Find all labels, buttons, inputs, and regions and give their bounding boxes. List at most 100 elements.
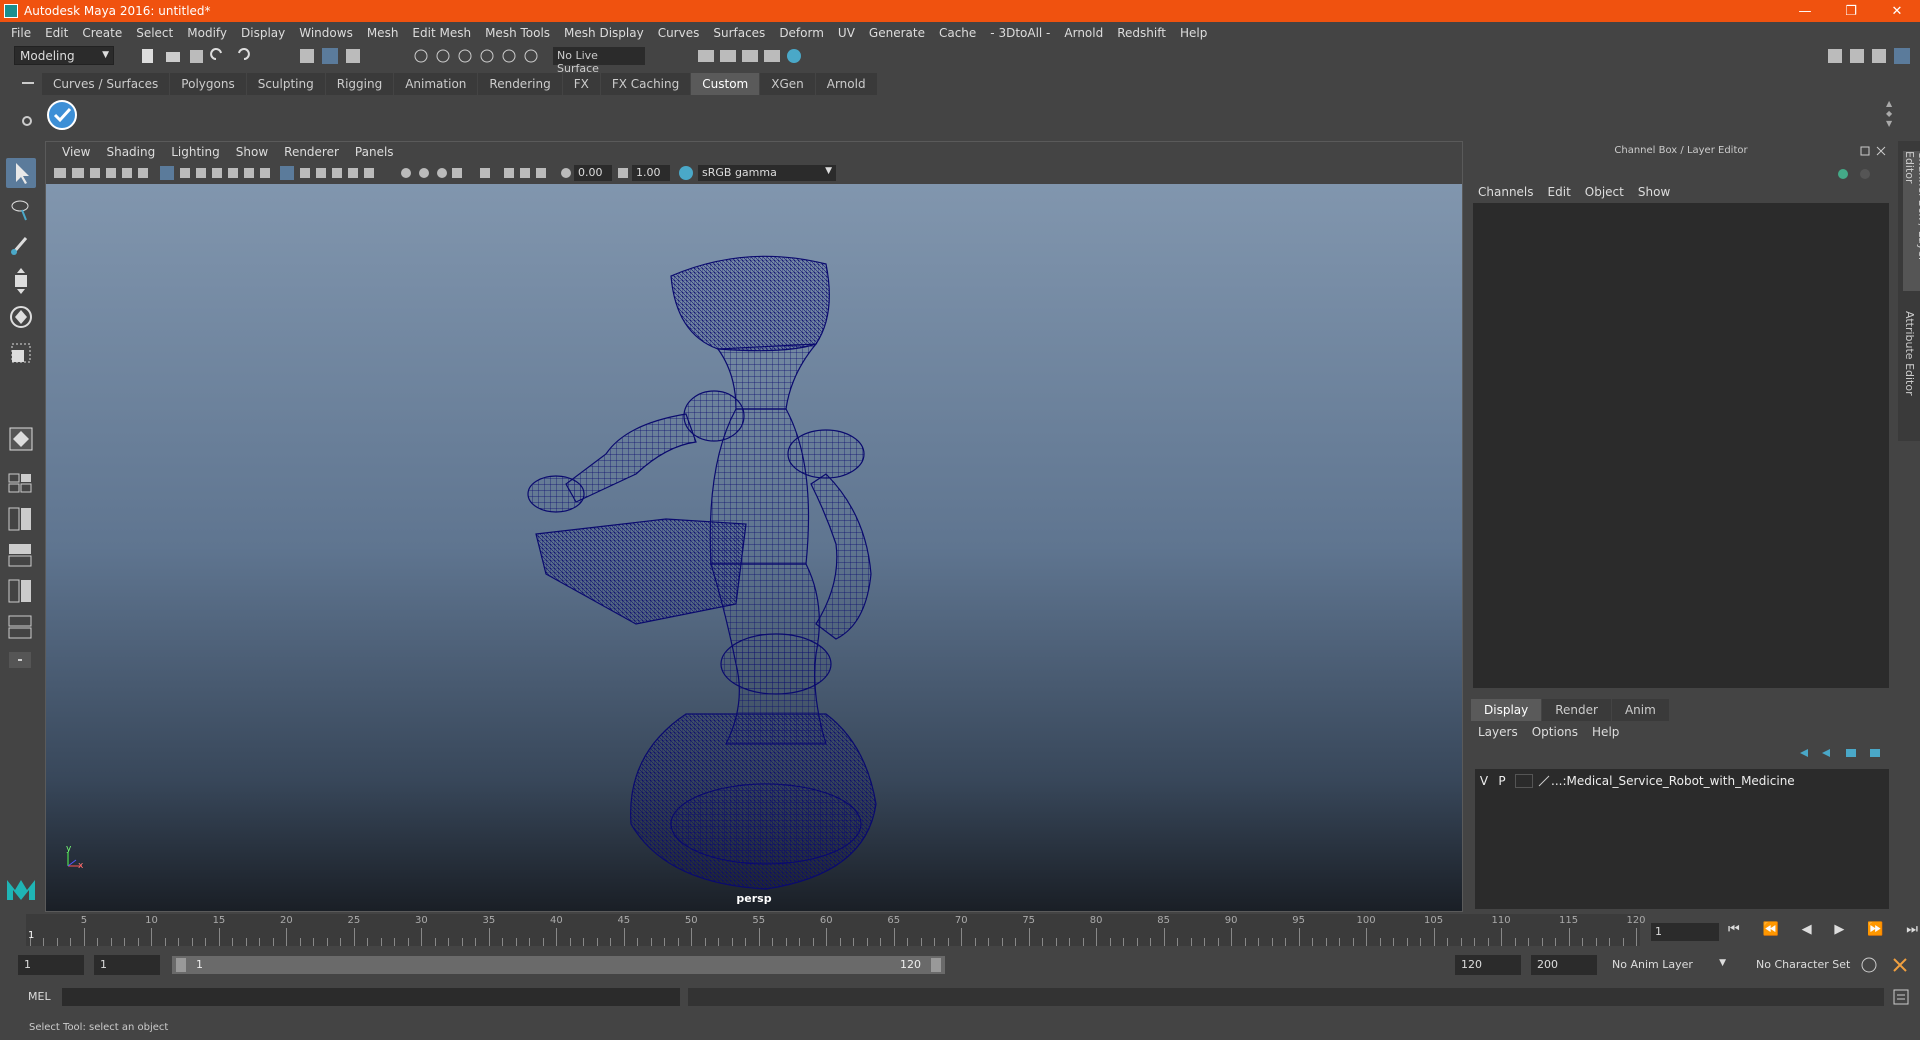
mel-label[interactable]: MEL	[28, 990, 51, 1003]
snap-icons[interactable]	[412, 47, 542, 65]
shelf-tab-curves-surfaces[interactable]: Curves / Surfaces	[42, 73, 170, 95]
menu-edit[interactable]: Edit	[38, 26, 75, 40]
channel-box-toggles[interactable]	[1835, 167, 1885, 181]
color-management-icon[interactable]	[678, 165, 694, 181]
vp-menu-renderer[interactable]: Renderer	[276, 145, 347, 159]
go-to-start-icon[interactable]: ⏮	[1728, 922, 1740, 942]
range-end-handle[interactable]	[931, 958, 941, 972]
menu-display[interactable]: Display	[234, 26, 292, 40]
menu-file[interactable]: File	[4, 26, 38, 40]
mel-input[interactable]	[62, 988, 680, 1006]
cb-menu-show[interactable]: Show	[1631, 181, 1677, 203]
lasso-tool[interactable]	[6, 194, 36, 224]
layer-tab-display[interactable]: Display	[1471, 699, 1542, 721]
menu-modify[interactable]: Modify	[180, 26, 234, 40]
menu-3dtoall[interactable]: - 3DtoAll -	[983, 26, 1057, 40]
range-slider[interactable]: 1 120	[172, 956, 945, 974]
shelf-tab-fx[interactable]: FX	[562, 73, 600, 95]
layout-hypershade[interactable]	[6, 614, 36, 640]
shelf-tab-polygons[interactable]: Polygons	[170, 73, 246, 95]
menu-curves[interactable]: Curves	[651, 26, 707, 40]
paint-select-tool[interactable]	[6, 230, 36, 260]
cb-menu-channels[interactable]: Channels	[1471, 181, 1541, 203]
layer-menu-options[interactable]: Options	[1525, 721, 1585, 743]
checkmark-shelf-icon[interactable]	[46, 99, 78, 131]
live-surface-field[interactable]: No Live Surface	[553, 47, 645, 75]
end-time-field[interactable]: 200	[1531, 955, 1597, 975]
last-tool[interactable]	[6, 424, 36, 454]
move-tool[interactable]	[6, 266, 36, 296]
menu-redshift[interactable]: Redshift	[1110, 26, 1173, 40]
select-tool[interactable]	[6, 158, 36, 188]
layout-persp-graph[interactable]	[6, 578, 36, 604]
menu-create[interactable]: Create	[75, 26, 129, 40]
shelf-tab-sculpting[interactable]: Sculpting	[246, 73, 325, 95]
panel-float-close-icons[interactable]	[1859, 145, 1889, 157]
shelf-settings-icon[interactable]	[22, 116, 32, 126]
attribute-editor-side-tab[interactable]: Attribute Editor	[1903, 311, 1916, 421]
layout-two-pane[interactable]	[6, 506, 36, 532]
animation-preference-icons[interactable]	[1860, 956, 1918, 974]
menu-generate[interactable]: Generate	[862, 26, 932, 40]
layer-tab-anim[interactable]: Anim	[1611, 699, 1669, 721]
menu-mesh-display[interactable]: Mesh Display	[557, 26, 651, 40]
render-icons[interactable]	[696, 47, 806, 65]
step-forward-key-icon[interactable]: ⏩	[1867, 922, 1883, 942]
layer-playback-toggle[interactable]: P	[1493, 774, 1511, 788]
shelf-tab-fx-caching[interactable]: FX Caching	[600, 73, 691, 95]
anim-layer-dropdown[interactable]: No Anim Layer ▼	[1606, 955, 1730, 975]
layer-row[interactable]: V P ...:Medical_Service_Robot_with_Medic…	[1475, 771, 1889, 791]
menu-select[interactable]: Select	[129, 26, 180, 40]
step-back-key-icon[interactable]: ⏪	[1763, 922, 1779, 942]
minimize-button[interactable]: —	[1782, 0, 1828, 22]
gamma-icon[interactable]	[616, 165, 630, 181]
menu-edit-mesh[interactable]: Edit Mesh	[405, 26, 478, 40]
vp-menu-show[interactable]: Show	[228, 145, 276, 159]
file-icons[interactable]	[140, 47, 260, 65]
shelf-scroll-icon[interactable]: ▲ ◆ ▼	[1886, 99, 1894, 131]
layer-color-swatch[interactable]	[1515, 774, 1533, 788]
channel-box-side-tab[interactable]: Channel Box / Layer Editor	[1903, 151, 1920, 291]
vp-menu-view[interactable]: View	[54, 145, 98, 159]
menu-cache[interactable]: Cache	[932, 26, 983, 40]
robot-wireframe-model[interactable]	[46, 184, 1462, 911]
viewport-canvas[interactable]: y x persp	[46, 184, 1462, 911]
script-editor-icon[interactable]	[1892, 988, 1910, 1006]
toolbox-more[interactable]	[6, 650, 36, 670]
menu-mesh-tools[interactable]: Mesh Tools	[478, 26, 557, 40]
shelf-tab-custom[interactable]: Custom	[691, 73, 760, 95]
shelf-tab-xgen[interactable]: XGen	[760, 73, 815, 95]
menu-arnold[interactable]: Arnold	[1057, 26, 1110, 40]
gamma-field[interactable]: 1.00	[632, 165, 670, 181]
shelf-tab-arnold[interactable]: Arnold	[815, 73, 877, 95]
menu-deform[interactable]: Deform	[772, 26, 831, 40]
layer-visibility-toggle[interactable]: V	[1475, 774, 1493, 788]
rotate-tool[interactable]	[6, 302, 36, 332]
menu-help[interactable]: Help	[1173, 26, 1214, 40]
current-frame-field[interactable]: 1	[1651, 923, 1719, 941]
layout-single-pane[interactable]	[6, 470, 36, 496]
panel-toolbar-icons[interactable]	[52, 165, 632, 181]
selection-mask-icons[interactable]	[298, 47, 368, 65]
shelf-menu-icon[interactable]	[22, 82, 34, 84]
layer-name[interactable]: ...:Medical_Service_Robot_with_Medicine	[1551, 774, 1795, 788]
restore-button[interactable]: ❐	[1828, 0, 1874, 22]
vp-menu-lighting[interactable]: Lighting	[163, 145, 228, 159]
menu-set-dropdown[interactable]: Modeling ▼	[14, 46, 114, 65]
layer-action-icons[interactable]	[1798, 745, 1888, 761]
cb-menu-object[interactable]: Object	[1578, 181, 1631, 203]
layer-tab-render[interactable]: Render	[1542, 699, 1611, 721]
menu-uv[interactable]: UV	[831, 26, 862, 40]
play-forward-icon[interactable]: ▶	[1834, 922, 1844, 942]
playback-end-field[interactable]: 120	[1455, 955, 1521, 975]
scale-tool[interactable]	[6, 338, 36, 368]
time-slider[interactable]: 5 10 15 20 25 30 35 40 45 50 55 60 65 70 75 80 85 90 95 100…	[26, 914, 1646, 946]
channel-box-body[interactable]	[1473, 203, 1889, 688]
playback-start-field[interactable]: 1	[94, 955, 160, 975]
vp-menu-panels[interactable]: Panels	[347, 145, 402, 159]
exposure-field[interactable]: 0.00	[574, 165, 612, 181]
range-start-handle[interactable]	[176, 958, 186, 972]
shelf-tab-rendering[interactable]: Rendering	[478, 73, 562, 95]
view-transform-dropdown[interactable]: sRGB gamma ▼	[698, 165, 836, 181]
layout-persp-outliner[interactable]	[6, 542, 36, 568]
